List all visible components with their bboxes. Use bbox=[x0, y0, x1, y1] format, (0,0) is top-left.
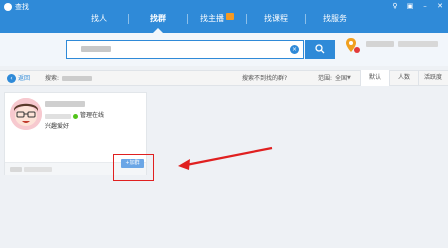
user-location-redacted bbox=[398, 41, 438, 47]
app-logo-icon bbox=[4, 3, 12, 11]
range-select[interactable]: 全国 bbox=[335, 74, 347, 83]
title-bar: 查找 ♀ ▣ – ✕ 找人 找群 找主播 找课程 找服务 bbox=[0, 0, 448, 33]
new-badge-icon bbox=[226, 13, 234, 20]
clear-search-icon[interactable]: × bbox=[290, 45, 299, 54]
results-area: 管理在线 兴趣爱好 +加群 bbox=[0, 86, 448, 248]
back-link[interactable]: 返回 bbox=[18, 74, 30, 83]
nav-find-services[interactable]: 找服务 bbox=[306, 10, 364, 33]
sort-tab-activity[interactable]: 活跃度 bbox=[418, 70, 447, 86]
search-keyword-redacted bbox=[62, 76, 92, 81]
search-input[interactable]: × bbox=[66, 40, 304, 59]
sort-tab-default[interactable]: 默认 bbox=[360, 70, 389, 86]
window-controls: ♀ ▣ – ✕ bbox=[391, 2, 444, 10]
sort-tabs: 默认 人数 活跃度 bbox=[360, 70, 447, 86]
not-found-link[interactable]: 搜索不到找的群? bbox=[242, 74, 287, 83]
main-nav: 找人 找群 找主播 找课程 找服务 bbox=[70, 10, 364, 33]
close-icon[interactable]: ✕ bbox=[436, 2, 444, 10]
nav-find-courses[interactable]: 找课程 bbox=[247, 10, 305, 33]
back-arrow-icon[interactable]: ‹ bbox=[7, 74, 16, 83]
minimize-icon[interactable]: – bbox=[421, 2, 429, 10]
search-keyword-label: 搜索: bbox=[45, 75, 60, 82]
range-label: 范围: bbox=[318, 75, 333, 82]
nav-find-groups[interactable]: 找群 bbox=[129, 10, 187, 33]
filter-bar: ‹ 返回 搜索: 搜索不到找的群? 范围: 全国 ▼ 默认 人数 活跃度 bbox=[0, 70, 448, 86]
location-pin-icon[interactable] bbox=[345, 37, 361, 57]
search-area: × bbox=[0, 33, 448, 66]
chevron-down-icon[interactable]: ▼ bbox=[347, 74, 351, 83]
search-icon bbox=[315, 44, 325, 54]
nav-find-streamers[interactable]: 找主播 bbox=[188, 10, 246, 33]
skin-icon[interactable]: ♀ bbox=[391, 2, 399, 10]
annotation-arrow bbox=[178, 146, 273, 170]
window-title: 查找 bbox=[15, 3, 29, 11]
maximize-icon[interactable]: ▣ bbox=[406, 2, 414, 10]
nav-find-people[interactable]: 找人 bbox=[70, 10, 128, 33]
user-location-redacted bbox=[366, 41, 394, 47]
search-button[interactable] bbox=[305, 40, 335, 59]
search-query-redacted bbox=[81, 46, 111, 52]
sort-tab-members[interactable]: 人数 bbox=[389, 70, 418, 86]
